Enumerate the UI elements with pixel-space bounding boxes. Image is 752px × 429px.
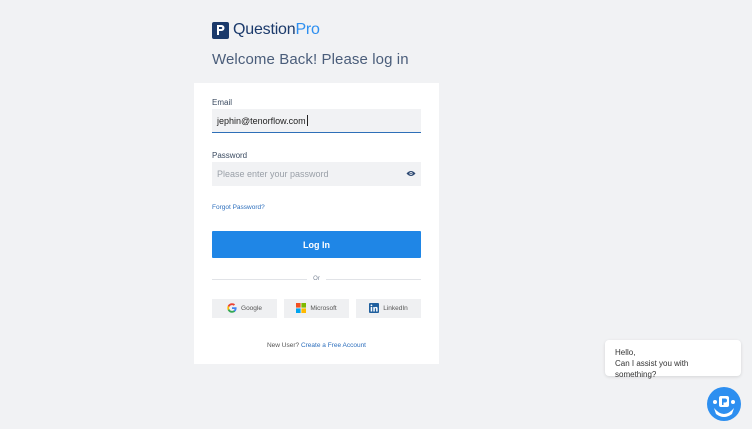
linkedin-button[interactable]: LinkedIn [356,299,421,318]
chat-message: Can I assist you with something? [615,359,689,379]
eye-icon[interactable] [406,169,416,179]
new-user-row: New User? Create a Free Account [194,342,439,349]
login-card: Email jephin@tenorflow.com Password Plea… [194,83,439,364]
linkedin-icon [369,302,380,315]
microsoft-icon [296,302,307,315]
microsoft-label: Microsoft [310,305,337,312]
forgot-password-link[interactable]: Forgot Password? [212,204,265,211]
create-account-link[interactable]: Create a Free Account [301,342,366,349]
logo-text: QuestionPro [233,21,320,38]
chat-bubble[interactable]: Hello, Can I assist you with something? [605,340,741,379]
email-value: jephin@tenorflow.com [217,115,306,126]
logo-mark-icon [212,21,229,39]
google-icon [227,302,237,315]
chat-greeting: Hello, [615,348,636,357]
password-field[interactable]: Please enter your password [212,162,421,186]
divider-line [212,278,308,280]
email-field[interactable]: jephin@tenorflow.com [212,109,421,133]
password-placeholder: Please enter your password [217,169,329,179]
or-divider: Or [212,275,422,283]
email-label: Email [212,98,233,107]
google-label: Google [241,305,262,312]
divider-line [325,278,422,280]
linkedin-label: LinkedIn [383,305,408,312]
chatbot-avatar-icon[interactable] [707,387,741,421]
or-text: Or [313,276,320,282]
login-button[interactable]: Log In [212,231,421,258]
page-title: Welcome Back! Please log in [212,51,409,68]
microsoft-button[interactable]: Microsoft [284,299,349,318]
logo: QuestionPro [212,21,320,39]
google-button[interactable]: Google [212,299,277,318]
password-label: Password [212,151,248,160]
text-caret [306,115,308,126]
new-user-text: New User? [266,342,300,349]
